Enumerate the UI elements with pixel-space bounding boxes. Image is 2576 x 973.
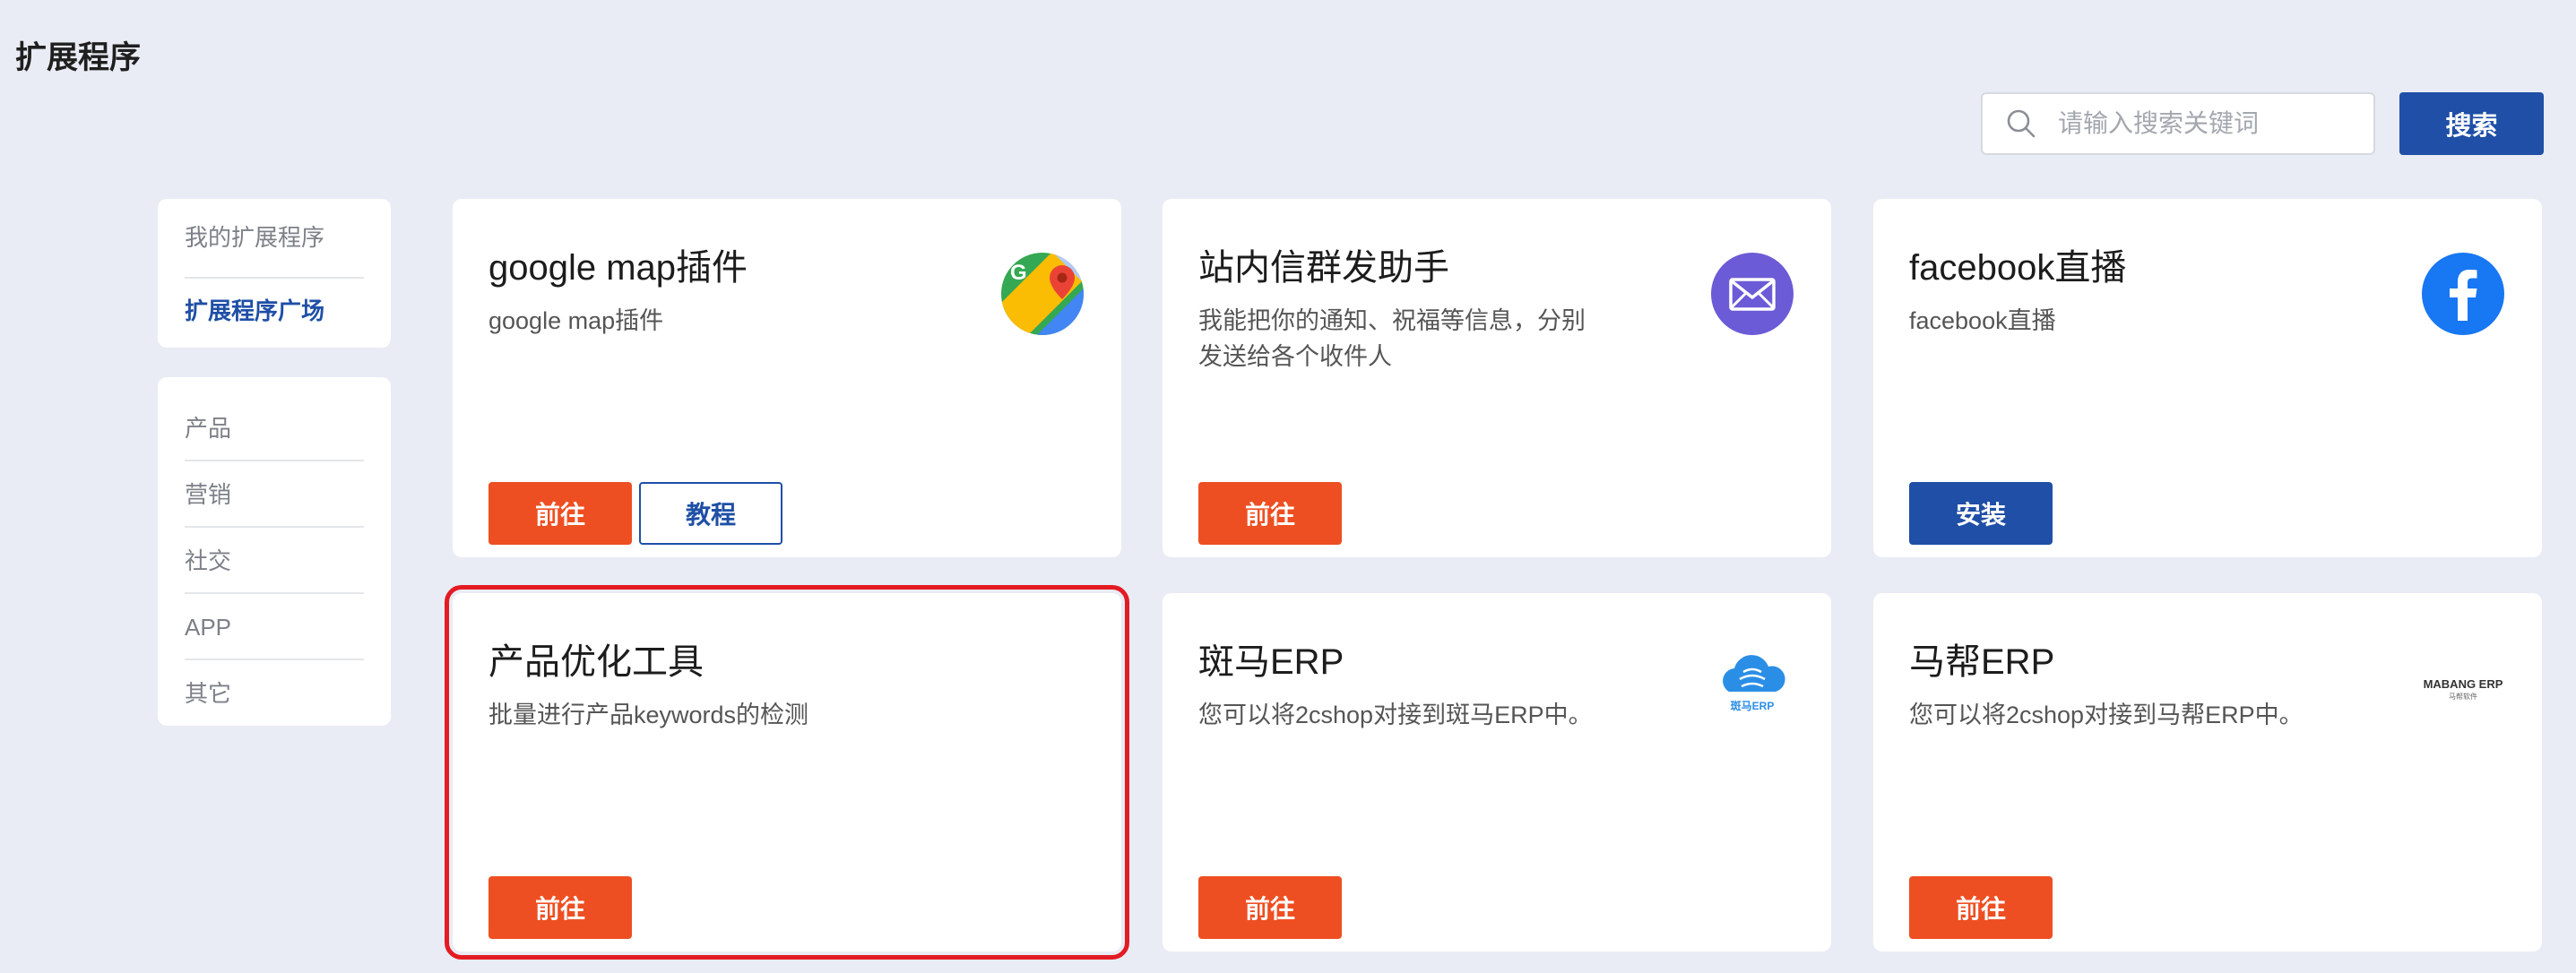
sidebar-item-my-extensions[interactable]: 我的扩展程序 xyxy=(185,212,364,279)
mabang-logo-text: MABANG ERP xyxy=(2424,677,2503,691)
sidebar-categories: 产品 营销 社交 APP 其它 xyxy=(158,377,391,726)
card-title: google map插件 xyxy=(488,248,748,288)
sidebar-item-app[interactable]: APP xyxy=(185,594,364,660)
extension-card-google-map: google map插件 google map插件 G 前往 教程 xyxy=(453,199,1121,557)
google-maps-icon: G xyxy=(1001,253,1084,335)
extension-card-mail-sender: 站内信群发助手 我能把你的通知、祝福等信息，分别发送给各个收件人 前往 xyxy=(1163,199,1831,557)
card-actions: 安装 xyxy=(1909,482,2053,545)
card-description: google map插件 xyxy=(488,307,664,334)
card-description: 您可以将2cshop对接到斑马ERP中。 xyxy=(1198,702,1593,728)
search-button[interactable]: 搜索 xyxy=(2399,92,2544,155)
sidebar-item-products[interactable]: 产品 xyxy=(185,395,364,461)
card-actions: 前往 教程 xyxy=(488,482,782,545)
go-button[interactable]: 前往 xyxy=(1198,482,1342,545)
card-title: 产品优化工具 xyxy=(488,642,704,682)
extensions-page: 扩展程序 搜索 我的扩展程序 扩展程序广场 产品 营销 社交 APP 其它 go… xyxy=(0,0,2576,973)
card-title: 站内信群发助手 xyxy=(1198,248,1449,288)
zebra-erp-logo: 斑马ERP xyxy=(1723,655,1785,712)
card-actions: 前往 xyxy=(488,876,632,939)
go-button[interactable]: 前往 xyxy=(488,482,632,545)
sidebar-item-marketing[interactable]: 营销 xyxy=(185,461,364,528)
go-button[interactable]: 前往 xyxy=(1909,876,2053,939)
go-button[interactable]: 前往 xyxy=(1198,876,1342,939)
search-input[interactable] xyxy=(2058,109,2354,138)
card-actions: 前往 xyxy=(1198,482,1342,545)
tutorial-button[interactable]: 教程 xyxy=(639,482,782,545)
go-button[interactable]: 前往 xyxy=(488,876,632,939)
extension-card-product-optimizer[interactable]: 产品优化工具 批量进行产品keywords的检测 前往 xyxy=(445,585,1129,960)
card-title: facebook直播 xyxy=(1909,248,2127,288)
card-description: 批量进行产品keywords的检测 xyxy=(488,702,809,728)
card-title: 马帮ERP xyxy=(1909,642,2055,682)
sidebar-extension-nav: 我的扩展程序 扩展程序广场 xyxy=(158,199,391,348)
card-actions: 前往 xyxy=(1198,876,1342,939)
page-title: 扩展程序 xyxy=(15,40,142,75)
zebra-logo-text: 斑马ERP xyxy=(1731,699,1775,712)
install-button[interactable]: 安装 xyxy=(1909,482,2053,545)
mail-icon xyxy=(1711,253,1794,335)
extension-card-facebook-live: facebook直播 facebook直播 安装 xyxy=(1873,199,2542,557)
card-title: 斑马ERP xyxy=(1198,642,1344,682)
sidebar-item-extension-market[interactable]: 扩展程序广场 xyxy=(185,279,364,345)
mabang-logo-subtext: 马帮软件 xyxy=(2449,692,2477,701)
card-description: facebook直播 xyxy=(1909,307,2056,334)
sidebar-item-social[interactable]: 社交 xyxy=(185,528,364,594)
search-icon xyxy=(2007,109,2036,138)
card-actions: 前往 xyxy=(1909,876,2053,939)
search-box[interactable] xyxy=(1981,92,2375,155)
card-description: 您可以将2cshop对接到马帮ERP中。 xyxy=(1909,702,2304,728)
mabang-erp-logo: MABANG ERP 马帮软件 xyxy=(2424,677,2503,701)
card-description: 我能把你的通知、祝福等信息，分别发送给各个收件人 xyxy=(1198,307,1586,370)
facebook-icon xyxy=(2422,253,2504,335)
sidebar-item-other[interactable]: 其它 xyxy=(185,660,364,727)
extension-card-zebra-erp: 斑马ERP 您可以将2cshop对接到斑马ERP中。 斑马ERP 前往 xyxy=(1163,593,1831,951)
svg-text:G: G xyxy=(1010,261,1027,285)
extension-card-mabang-erp: 马帮ERP 您可以将2cshop对接到马帮ERP中。 MABANG ERP 马帮… xyxy=(1873,593,2542,951)
